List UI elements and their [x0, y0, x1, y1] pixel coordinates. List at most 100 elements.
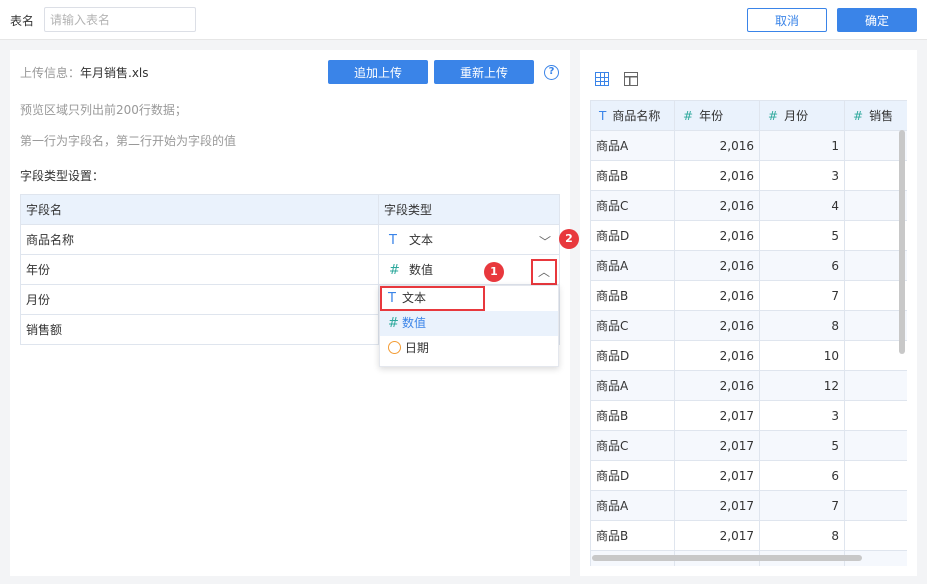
field-type-settings-title: 字段类型设置：: [20, 169, 105, 183]
field-name: 销售额: [20, 314, 379, 345]
table-name-label: 表名: [10, 14, 35, 28]
clock-icon: [388, 341, 401, 354]
cell: 276: [844, 490, 907, 521]
text-type-icon: T: [389, 233, 397, 248]
layout-view-icon[interactable]: [624, 72, 638, 86]
cell: 2,016: [674, 130, 760, 161]
upload-info-label: 上传信息：: [20, 66, 81, 80]
table-row: 商品C2,0175217: [590, 430, 907, 461]
horizontal-scrollbar[interactable]: [592, 555, 862, 561]
column-header-label: 月份: [784, 109, 809, 123]
option-label: 日期: [404, 341, 429, 355]
grid-view-icon[interactable]: [595, 72, 609, 86]
cell: 商品B: [590, 280, 675, 311]
column-header-label: 年份: [699, 109, 724, 123]
dropdown-option-date[interactable]: 日期: [380, 336, 558, 361]
table-row: 商品D2,0176317: [590, 460, 907, 491]
cell: 2,017: [674, 490, 760, 521]
table-row: 商品A2,0161236: [590, 130, 907, 161]
cell: 1: [759, 130, 845, 161]
cell: 3: [759, 400, 845, 431]
field-type-select[interactable]: # 数值 ︿: [378, 254, 560, 285]
field-row: 商品名称 T 文本 ﹀: [20, 224, 560, 255]
column-header-label: 商品名称: [612, 109, 661, 123]
table-row: 商品A2,0177276: [590, 490, 907, 521]
chevron-up-icon[interactable]: ︿: [531, 259, 557, 285]
field-type-value: 文本: [409, 233, 434, 247]
table-name-input[interactable]: [44, 7, 196, 32]
cell: 174: [844, 160, 907, 191]
cell: 3: [759, 160, 845, 191]
table-row: 商品D2,0165156: [590, 220, 907, 251]
cell: 商品D: [590, 220, 675, 251]
cell: 2,016: [674, 250, 760, 281]
cell: 2,017: [674, 400, 760, 431]
cell: 商品B: [590, 400, 675, 431]
cell: 327: [844, 190, 907, 221]
cell: 2,017: [674, 460, 760, 491]
cell: 商品C: [590, 190, 675, 221]
cell: 6: [759, 460, 845, 491]
field-type-dropdown: T 文本 # 数值 日期: [379, 285, 559, 367]
preview-note: 预览区域只列出前200行数据；: [20, 103, 187, 117]
cell: 236: [844, 130, 907, 161]
table-row: 商品D2,01610194: [590, 340, 907, 371]
table-row: 商品A2,01612184: [590, 370, 907, 401]
field-name-header: 字段名: [20, 194, 379, 225]
append-upload-button[interactable]: 追加上传: [328, 60, 428, 84]
cell: 商品C: [590, 430, 675, 461]
cell: 商品D: [590, 340, 675, 371]
field-type-select[interactable]: T 文本 ﹀: [378, 224, 560, 255]
text-type-icon: T: [599, 109, 607, 123]
cell: 6: [759, 250, 845, 281]
dropdown-option-text[interactable]: T 文本: [380, 286, 485, 311]
chevron-down-icon[interactable]: ﹀: [539, 233, 551, 250]
column-header: # 销售: [844, 100, 907, 131]
cell: 184: [844, 370, 907, 401]
step-badge-1: 1: [484, 262, 504, 282]
table-row: 商品B2,0178246: [590, 520, 907, 551]
table-row: 商品A2,0166228: [590, 250, 907, 281]
cell: 2,016: [674, 190, 760, 221]
option-label: 文本: [402, 291, 427, 305]
vertical-scrollbar[interactable]: [899, 130, 905, 354]
top-bar: 表名 取消 确定: [0, 0, 927, 40]
confirm-button[interactable]: 确定: [837, 8, 917, 32]
number-type-icon: #: [853, 109, 864, 123]
column-header-label: 销售: [869, 109, 894, 123]
cell: 8: [759, 520, 845, 551]
table-row: 商品B2,0173254: [590, 400, 907, 431]
cell: 2,017: [674, 430, 760, 461]
cancel-button[interactable]: 取消: [747, 8, 827, 32]
cell: 商品B: [590, 160, 675, 191]
field-row: 年份 # 数值 ︿: [20, 254, 560, 285]
preview-header-row: T 商品名称 # 年份 # 月份 # 销售: [590, 100, 907, 131]
cell: 7: [759, 490, 845, 521]
cell: 商品A: [590, 250, 675, 281]
number-type-icon: #: [768, 109, 779, 123]
cell: 商品C: [590, 310, 675, 341]
cell: 商品D: [590, 460, 675, 491]
field-name: 月份: [20, 284, 379, 315]
table-row: 商品B2,0167268: [590, 280, 907, 311]
reupload-button[interactable]: 重新上传: [434, 60, 534, 84]
cell: 5: [759, 430, 845, 461]
data-preview-panel: T商品名称 #年份 #月份 #销售 商品A2,0161236 商品B2,0163…: [580, 50, 917, 576]
field-type-value: 数值: [409, 263, 434, 277]
number-type-icon: #: [389, 263, 400, 278]
cell: 8: [759, 310, 845, 341]
cell: 254: [844, 400, 907, 431]
cell: 228: [844, 250, 907, 281]
cell: 156: [844, 220, 907, 251]
cell: 10: [759, 340, 845, 371]
cell: 2,016: [674, 280, 760, 311]
number-type-icon: #: [388, 316, 399, 331]
help-icon[interactable]: ?: [544, 65, 559, 80]
cell: 246: [844, 520, 907, 551]
upload-info: 上传信息：年月销售.xls: [20, 64, 149, 81]
cell: 商品A: [590, 370, 675, 401]
cell: 2,016: [674, 160, 760, 191]
dropdown-option-number[interactable]: # 数值: [380, 311, 558, 336]
cell: 12: [759, 370, 845, 401]
cell: 7: [759, 280, 845, 311]
